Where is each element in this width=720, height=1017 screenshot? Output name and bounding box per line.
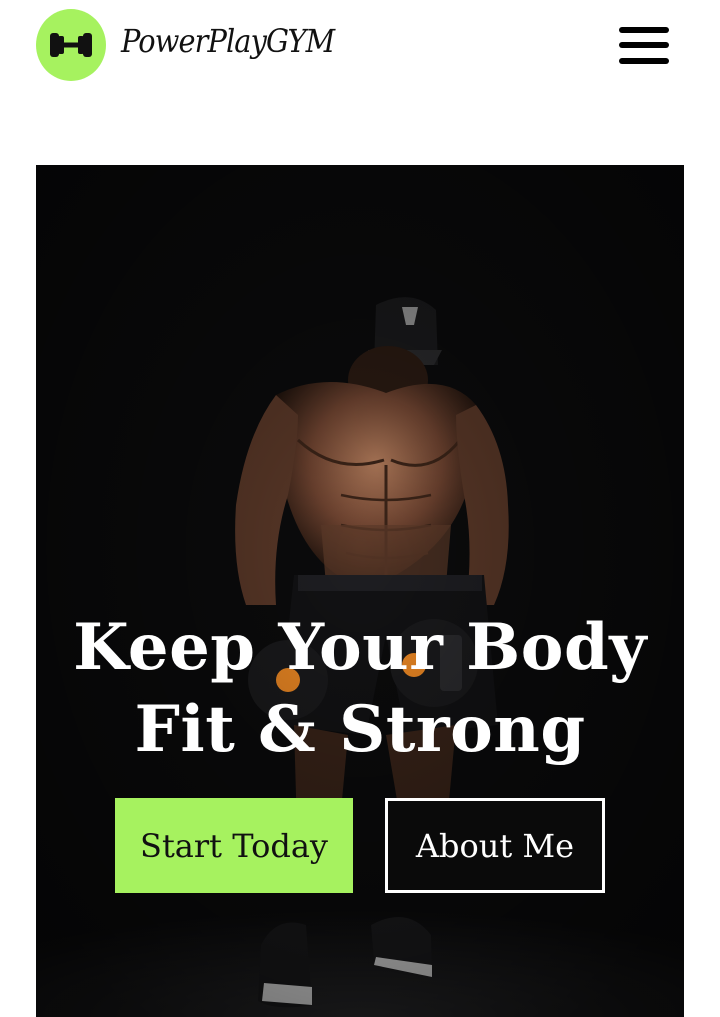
hamburger-menu-icon[interactable] [614,22,672,70]
about-me-button[interactable]: About Me [385,798,605,893]
headline-line-1: Keep Your Body [73,610,647,685]
hero-headline: Keep Your Body Fit & Strong [36,607,684,771]
start-today-button[interactable]: Start Today [115,798,353,893]
hero-section: Keep Your Body Fit & Strong Start Today … [36,165,684,1017]
headline-line-2: Fit & Strong [134,692,586,767]
brand-name[interactable]: PowerPlayGYM [121,22,335,60]
site-header: PowerPlayGYM [0,0,720,92]
dumbbell-icon [50,33,92,57]
logo[interactable] [36,9,106,81]
